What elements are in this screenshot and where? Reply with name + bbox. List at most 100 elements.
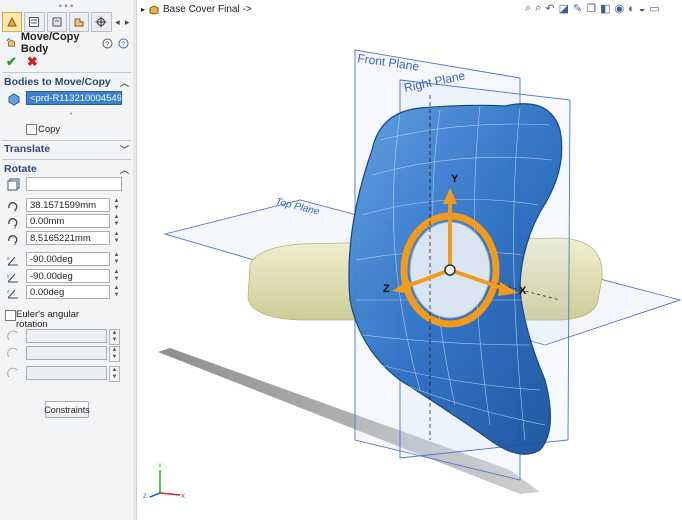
reference-x-label: X: [181, 494, 185, 500]
part-icon: [149, 4, 159, 15]
x-rotation-origin-field[interactable]: 38.1571599mm: [26, 198, 110, 212]
dimxpert-icon: [74, 18, 84, 27]
x-angle-spinner[interactable]: ▲ ▼: [112, 252, 121, 266]
section-view-icon[interactable]: ◪: [559, 2, 569, 15]
divider: [2, 159, 131, 160]
z-angle-spinner[interactable]: ▲ ▼: [112, 285, 121, 299]
euler-angle-3-field: [26, 366, 107, 380]
y-rotation-origin-field[interactable]: 0.00mm: [26, 214, 110, 228]
hide-show-items-icon[interactable]: ◉: [614, 2, 624, 15]
panel-title-bar: Move/Copy Body ? ?: [6, 31, 129, 55]
svg-text:y: y: [7, 273, 10, 279]
triad-x-label: X: [519, 285, 527, 297]
view-orientation-icon[interactable]: ❒: [586, 2, 596, 15]
x-origin-spinner[interactable]: ▲ ▼: [112, 198, 121, 212]
euler-angle-3-icon: [7, 367, 18, 378]
constraints-button[interactable]: Constraints: [44, 401, 90, 418]
rotation-reference-icon: [7, 178, 20, 191]
section-bodies-header[interactable]: Bodies to Move/Copy ︿: [4, 75, 129, 89]
svg-text:?: ?: [121, 41, 125, 48]
svg-text:z: z: [7, 289, 10, 295]
feature-tree-icon: [7, 16, 17, 27]
y-rotation-origin-icon: y: [8, 218, 18, 229]
cancel-x-icon[interactable]: ✖: [27, 54, 38, 70]
panel-grip[interactable]: • • •: [58, 2, 74, 11]
euler-angle-1-icon: [7, 330, 18, 341]
solid-bodies-icon: [8, 93, 20, 106]
z-angle-field[interactable]: 0.00deg: [26, 285, 110, 299]
view-settings-icon[interactable]: ▭: [649, 2, 659, 15]
z-origin-spinner[interactable]: ▲ ▼: [112, 231, 121, 245]
tab-dimxpert[interactable]: [68, 12, 90, 32]
euler-angle-2-spinner: ▲ ▼: [109, 346, 120, 362]
bodies-selection-box[interactable]: <prd-R1132100045491-0011: [26, 91, 122, 105]
copy-label: Copy: [38, 124, 61, 135]
copy-checkbox[interactable]: [26, 124, 37, 135]
tab-feature-manager[interactable]: [2, 12, 23, 32]
dynamic-annotation-icon[interactable]: ✎: [573, 2, 582, 15]
display-style-icon[interactable]: ◧: [600, 2, 610, 15]
triad-z-label: Z: [383, 283, 390, 295]
reference-y-label: Y: [158, 464, 162, 470]
z-rotation-origin-field[interactable]: 8.5165221mm: [26, 231, 110, 245]
breadcrumb-arrow-icon: ▸: [141, 5, 146, 14]
y-angle-icon: y: [7, 273, 18, 283]
tab-configuration-manager[interactable]: [46, 12, 67, 32]
section-rotate-label: Rotate: [4, 163, 37, 175]
panel-title: Move/Copy Body: [20, 31, 80, 55]
z-rotation-origin-icon: z: [8, 235, 18, 246]
divider: [2, 72, 131, 73]
tab-scroll-right-icon[interactable]: ▸: [123, 17, 131, 28]
reference-z-label: Z: [143, 494, 147, 500]
rotation-reference-field[interactable]: [26, 177, 122, 191]
previous-view-icon[interactable]: ↶: [545, 2, 554, 15]
euler-rotation-checkbox[interactable]: [5, 310, 16, 321]
x-angle-field[interactable]: -90.00deg: [26, 252, 110, 266]
move-copy-body-icon: [6, 37, 15, 47]
crosshair-icon: [95, 16, 107, 28]
ok-check-icon[interactable]: ✔: [6, 54, 17, 70]
heads-up-toolbar: ⌕ ⌕ ↶ ◪ ✎ ❒ ◧ ◉ ◐ ◒ ▭: [525, 2, 660, 15]
y-angle-spinner[interactable]: ▲ ▼: [112, 269, 121, 283]
euler-angle-2-icon: [7, 347, 18, 358]
section-bodies-label: Bodies to Move/Copy: [4, 76, 111, 88]
manager-tabs: ◂ ▸: [2, 12, 131, 32]
graphics-area[interactable]: Y X Z Front Plane Right Plane Top Plane …: [137, 20, 682, 520]
section-translate-header[interactable]: Translate ﹀: [4, 142, 129, 156]
svg-text:x: x: [7, 256, 10, 262]
reference-triad: [149, 470, 181, 498]
euler-angle-2-field: [26, 346, 107, 360]
property-icon: [29, 17, 40, 27]
tab-display-manager[interactable]: [91, 12, 112, 32]
collapse-chevron-icon[interactable]: ︿: [120, 76, 129, 89]
collapse-chevron-icon[interactable]: ︿: [120, 163, 129, 176]
apply-scene-icon[interactable]: ◒: [639, 3, 646, 15]
section-rotate-header[interactable]: Rotate ︿: [4, 162, 129, 176]
triad-y-label: Y: [451, 173, 459, 185]
viewport-header: ▸ Base Cover Final -> ⌕ ⌕ ↶ ◪ ✎ ❒ ◧ ◉ ◐ …: [137, 0, 682, 20]
details-icon[interactable]: ?: [102, 38, 113, 49]
x-rotation-origin-icon: x: [8, 202, 18, 213]
list-resize-grip[interactable]: •: [70, 111, 72, 118]
svg-text:?: ?: [105, 41, 109, 48]
property-manager: • • • ◂ ▸ Move/Copy Body ? ? ✔ ✖ Bodies …: [0, 0, 134, 520]
expand-chevron-icon[interactable]: ﹀: [120, 143, 129, 156]
euler-angle-3-spinner: ▲ ▼: [109, 366, 120, 382]
edit-appearance-icon[interactable]: ◐: [628, 3, 635, 15]
zoom-to-fit-icon[interactable]: ⌕: [525, 2, 531, 15]
divider: [2, 140, 131, 141]
euler-angle-1-spinner: ▲ ▼: [109, 329, 120, 345]
euler-angle-1-field: [26, 329, 107, 343]
zoom-to-area-icon[interactable]: ⌕: [535, 2, 541, 15]
breadcrumb[interactable]: ▸ Base Cover Final ->: [141, 4, 252, 15]
tab-scroll-left-icon[interactable]: ◂: [114, 17, 122, 28]
y-origin-spinner[interactable]: ▲ ▼: [112, 214, 121, 228]
configuration-icon: [52, 17, 62, 27]
y-angle-field[interactable]: -90.00deg: [26, 269, 110, 283]
z-angle-icon: z: [7, 289, 18, 299]
breadcrumb-label: Base Cover Final ->: [163, 4, 252, 15]
section-translate-label: Translate: [4, 143, 51, 155]
help-icon[interactable]: ?: [118, 38, 129, 49]
ok-cancel-group: ✔ ✖: [6, 54, 38, 70]
tab-property-manager[interactable]: [24, 12, 45, 32]
